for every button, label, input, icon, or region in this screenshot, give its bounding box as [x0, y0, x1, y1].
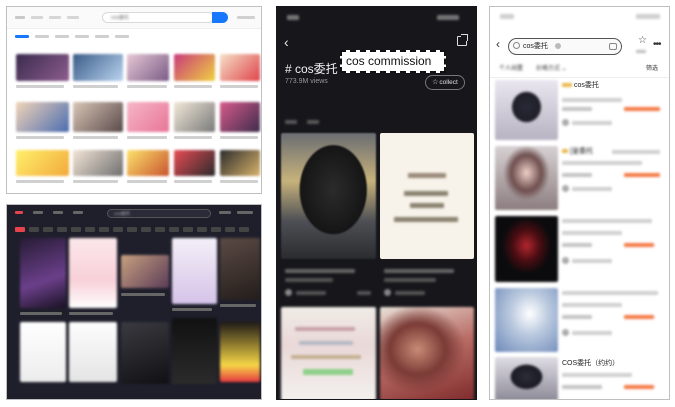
star-icon: ☆ [432, 79, 439, 86]
video-thumbnail[interactable] [20, 322, 66, 382]
star-icon[interactable]: ☆ [638, 35, 647, 46]
search-input[interactable]: cos委托 [102, 12, 214, 23]
video-thumbnail[interactable] [174, 150, 215, 176]
video-thumbnail[interactable] [127, 150, 169, 176]
video-thumbnail[interactable] [220, 54, 260, 81]
mobile-search-results-screenshot: ‹ cos委托 ☆ ••• 个人闲置 价格方式 ⌄ 筛选 cos委托 [皇委托 [489, 6, 670, 400]
video-thumbnail[interactable] [172, 318, 217, 384]
back-icon[interactable]: ‹ [496, 38, 500, 50]
status-bar [277, 7, 476, 29]
post-cover-image[interactable] [380, 307, 474, 399]
clear-icon[interactable] [555, 43, 561, 49]
result-thumbnail[interactable] [495, 146, 558, 210]
view-count: 773.9M views [285, 78, 328, 85]
search-input[interactable]: cos委托 [107, 209, 211, 218]
video-thumbnail[interactable] [73, 102, 123, 132]
hashtag-title: # cos委托 [285, 62, 338, 76]
filter-bar: 个人闲置 价格方式 ⌄ 筛选 [490, 62, 669, 75]
back-icon[interactable]: ‹ [284, 35, 289, 49]
search-input[interactable]: cos委托 [508, 38, 622, 55]
video-thumbnail[interactable] [121, 255, 169, 288]
result-title[interactable]: [皇委托 [570, 146, 593, 156]
video-thumbnail[interactable] [73, 150, 123, 176]
collect-button[interactable]: ☆collect [425, 75, 465, 90]
desktop-light-search-screenshot: cos委托 [6, 6, 262, 194]
video-thumbnail[interactable] [220, 322, 260, 382]
collect-label: collect [439, 79, 458, 86]
camera-icon[interactable] [609, 43, 617, 50]
filter-button[interactable]: 筛选 [646, 63, 658, 72]
video-thumbnail[interactable] [20, 238, 66, 308]
top-navigation-bar: cos委托 [7, 7, 261, 29]
filter-chip-personal[interactable]: 个人闲置 [499, 63, 523, 72]
more-options-icon[interactable]: ••• [653, 39, 661, 50]
video-thumbnail[interactable] [127, 102, 169, 132]
video-thumbnail[interactable] [220, 102, 260, 132]
result-title[interactable]: cos委托 [574, 80, 599, 90]
result-title[interactable]: COS委托（约约） [562, 358, 619, 368]
video-thumbnail[interactable] [16, 102, 69, 132]
result-thumbnail[interactable] [495, 216, 558, 282]
video-thumbnail[interactable] [174, 102, 215, 132]
video-thumbnail[interactable] [127, 54, 169, 81]
video-thumbnail[interactable] [220, 238, 260, 300]
translation-annotation-box: cos commission [340, 50, 446, 73]
filter-chip-price-method[interactable]: 价格方式 ⌄ [536, 63, 567, 72]
search-button[interactable] [212, 12, 228, 23]
video-thumbnail[interactable] [172, 238, 217, 304]
post-cover-image[interactable] [281, 307, 376, 399]
result-thumbnail[interactable] [495, 357, 558, 399]
post-cover-image[interactable] [380, 133, 474, 259]
search-icon [513, 42, 520, 49]
mobile-tag-page-screenshot: ‹ # cos委托 cos commission 773.9M views ☆c… [276, 6, 477, 400]
video-thumbnail[interactable] [16, 54, 69, 81]
search-input-value: cos委托 [111, 15, 129, 21]
share-icon[interactable] [457, 34, 468, 46]
translation-annotation-text: cos commission [346, 54, 432, 68]
video-thumbnail[interactable] [73, 54, 123, 81]
video-thumbnail[interactable] [16, 150, 69, 176]
video-thumbnail[interactable] [174, 54, 215, 81]
video-thumbnail[interactable] [220, 150, 260, 176]
result-thumbnail[interactable] [495, 288, 558, 352]
result-thumbnail[interactable] [495, 80, 558, 140]
search-input-value: cos委托 [523, 43, 548, 50]
video-thumbnail[interactable] [121, 322, 169, 384]
desktop-dark-search-screenshot: cos委托 [6, 204, 262, 400]
search-input-value: cos委托 [114, 211, 131, 216]
video-thumbnail[interactable] [69, 238, 117, 308]
video-thumbnail[interactable] [69, 322, 117, 382]
post-cover-image[interactable] [281, 133, 376, 259]
